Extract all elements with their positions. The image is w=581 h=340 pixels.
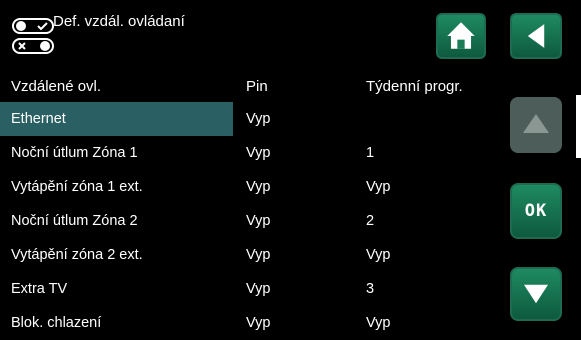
row-weekly[interactable]: 1: [366, 136, 374, 170]
scroll-down-button[interactable]: [510, 267, 562, 321]
row-pin[interactable]: Vyp: [246, 306, 270, 340]
column-header-weekly: Týdenní progr.: [366, 78, 463, 95]
down-arrow-icon: [524, 284, 548, 304]
column-header-name: Vzdálené ovl.: [11, 78, 102, 95]
row-pin[interactable]: Vyp: [246, 170, 270, 204]
row-name[interactable]: Vytápění zóna 1 ext.: [11, 170, 143, 204]
row-weekly[interactable]: 2: [366, 204, 374, 238]
row-name[interactable]: Noční útlum Zóna 2: [11, 204, 138, 238]
ok-button[interactable]: OK: [510, 183, 562, 239]
row-pin[interactable]: Vyp: [246, 102, 270, 136]
row-pin[interactable]: Vyp: [246, 272, 270, 306]
row-pin[interactable]: Vyp: [246, 238, 270, 272]
back-button[interactable]: [510, 13, 562, 59]
column-header-pin: Pin: [246, 78, 268, 95]
row-name[interactable]: Blok. chlazení: [11, 306, 101, 340]
row-weekly[interactable]: Vyp: [366, 238, 390, 272]
row-name[interactable]: Noční útlum Zóna 1: [11, 136, 138, 170]
row-weekly[interactable]: Vyp: [366, 306, 390, 340]
page-title: Def. vzdál. ovládaní: [53, 13, 185, 30]
row-weekly[interactable]: Vyp: [366, 170, 390, 204]
scroll-up-button[interactable]: [510, 97, 562, 153]
home-button[interactable]: [436, 13, 486, 59]
up-arrow-icon: [523, 114, 549, 133]
back-arrow-icon: [527, 24, 545, 48]
row-name[interactable]: Extra TV: [11, 272, 67, 306]
row-name[interactable]: Ethernet: [11, 102, 66, 136]
toggle-switches-icon: [12, 18, 54, 54]
row-name[interactable]: Vytápění zóna 2 ext.: [11, 238, 143, 272]
home-icon: [447, 22, 475, 49]
row-pin[interactable]: Vyp: [246, 204, 270, 238]
row-pin[interactable]: Vyp: [246, 136, 270, 170]
row-weekly[interactable]: 3: [366, 272, 374, 306]
scrollbar-indicator: [576, 95, 581, 158]
